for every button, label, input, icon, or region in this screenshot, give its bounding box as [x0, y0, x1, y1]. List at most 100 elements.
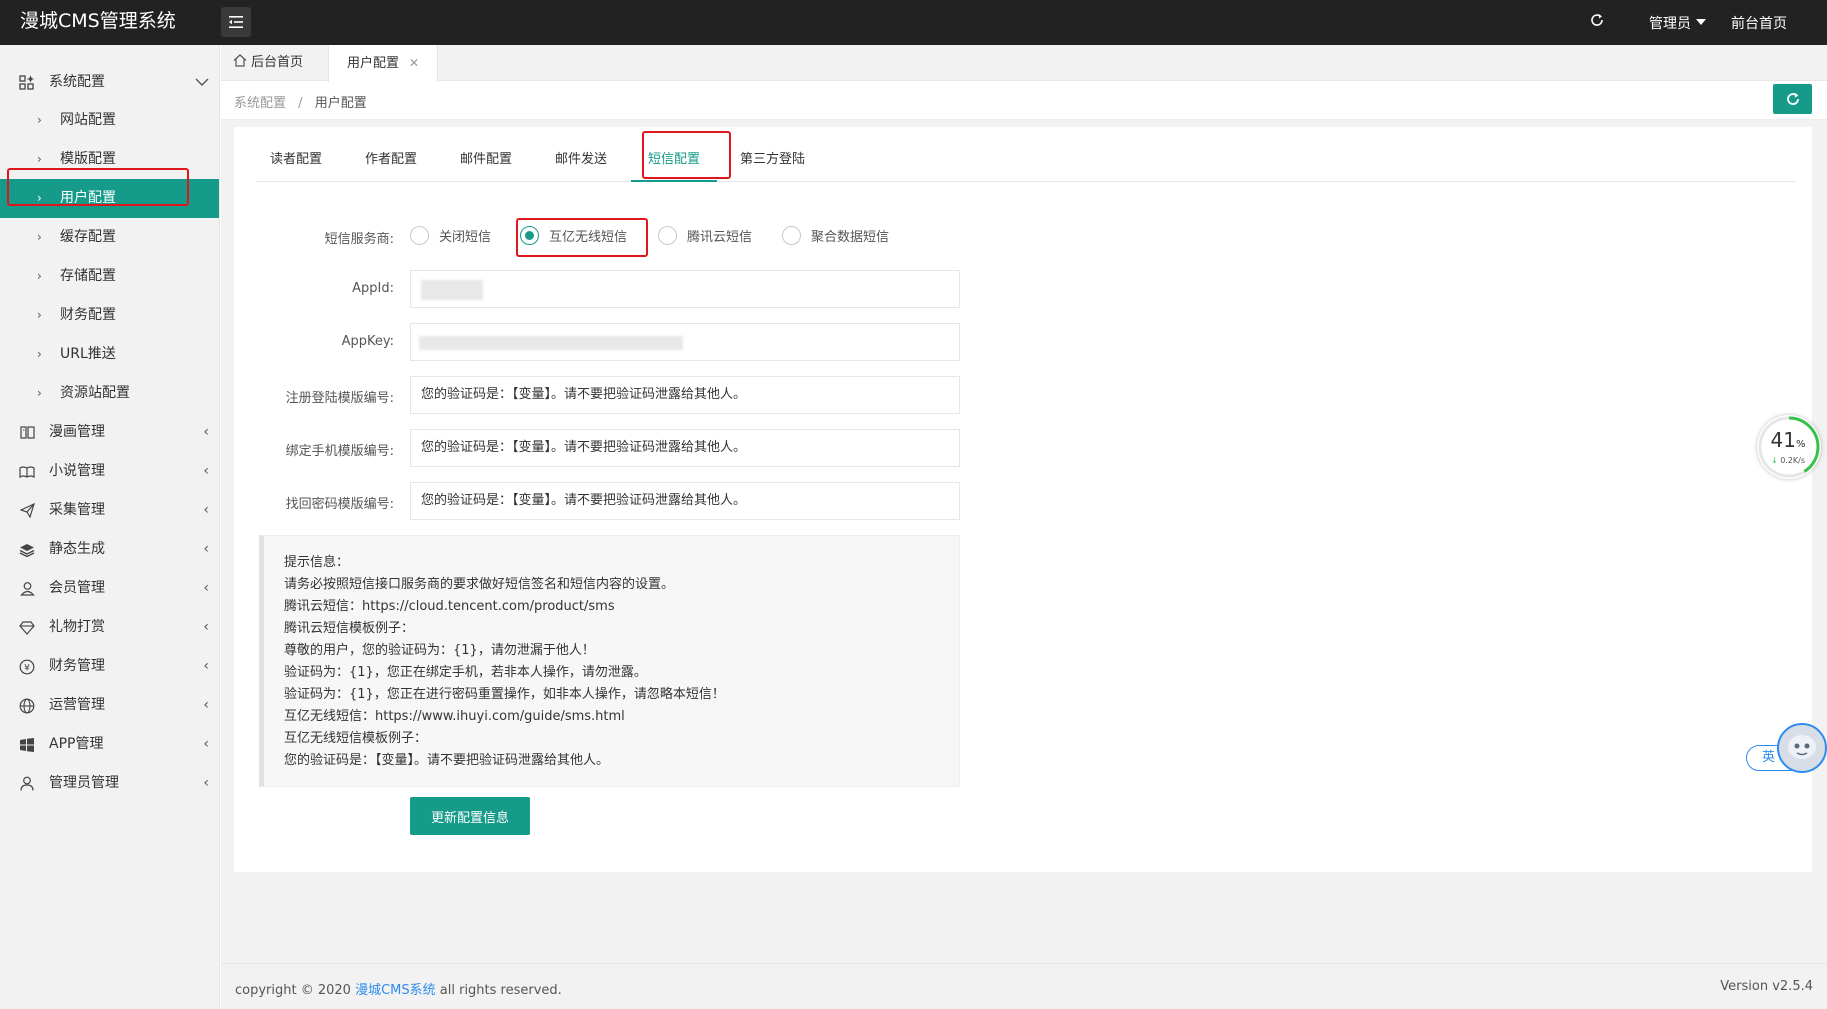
- redacted-value: [421, 280, 483, 300]
- tab-mail-config[interactable]: 邮件配置: [460, 145, 512, 182]
- sidebar: 系统配置 › 网站配置 › 模版配置 › 用户配置 › 缓存配置 › 存储配置 › 财务配置…: [0, 45, 220, 1009]
- sidebar-subitem-cache-config[interactable]: › 缓存配置: [0, 218, 219, 257]
- chevron-right-icon: ›: [37, 113, 42, 127]
- recover-template-input[interactable]: 您的验证码是：【变量】。请不要把验证码泄露给其他人。: [410, 482, 960, 520]
- sidebar-item-finance[interactable]: ¥ 财务管理 ‹: [0, 647, 219, 686]
- chevron-left-icon: ‹: [203, 502, 209, 518]
- front-home-link[interactable]: 前台首页: [1731, 13, 1787, 33]
- sidebar-item-novels[interactable]: 小说管理 ‹: [0, 452, 219, 491]
- footer-link[interactable]: 漫城CMS系统: [355, 983, 436, 998]
- radio-close-sms[interactable]: 关闭短信: [410, 226, 491, 245]
- tab-user-config[interactable]: 用户配置 ✕: [328, 45, 438, 82]
- chevron-left-icon: ‹: [203, 463, 209, 479]
- sidebar-item-admins[interactable]: 管理员管理 ‹: [0, 764, 219, 803]
- bind-phone-template-label: 绑定手机模版编号:: [285, 444, 394, 459]
- sidebar-item-members[interactable]: 会员管理 ‹: [0, 569, 219, 608]
- breadcrumb: 系统配置 / 用户配置: [234, 96, 367, 111]
- copyright: copyright © 2020 漫城CMS系统 all rights rese…: [235, 983, 562, 998]
- chevron-left-icon: ‹: [203, 580, 209, 596]
- top-header: 漫城CMS管理系统 管理员 前台首页: [0, 0, 1827, 45]
- sidebar-subitem-template-config[interactable]: › 模版配置: [0, 140, 219, 179]
- windows-icon: [18, 725, 36, 764]
- bind-phone-template-input[interactable]: 您的验证码是：【变量】。请不要把验证码泄露给其他人。: [410, 429, 960, 467]
- person-icon: [18, 764, 36, 803]
- sidebar-item-gifts[interactable]: 礼物打赏 ‹: [0, 608, 219, 647]
- assistant-avatar[interactable]: [1777, 723, 1827, 773]
- sidebar-item-label: 管理员管理: [49, 775, 119, 791]
- chevron-right-icon: ›: [37, 152, 42, 166]
- tab-reader-config[interactable]: 读者配置: [270, 145, 322, 182]
- close-icon[interactable]: ✕: [409, 56, 419, 70]
- footer: copyright © 2020 漫城CMS系统 all rights rese…: [221, 963, 1827, 1009]
- register-template-input[interactable]: 您的验证码是：【变量】。请不要把验证码泄露给其他人。: [410, 376, 960, 414]
- sidebar-item-label: 静态生成: [49, 541, 105, 557]
- appkey-input[interactable]: [410, 323, 960, 361]
- sidebar-item-crawler[interactable]: 采集管理 ‹: [0, 491, 219, 530]
- menu-toggle-button[interactable]: [221, 7, 251, 37]
- open-book-icon: [18, 452, 36, 491]
- caret-down-icon: [1696, 18, 1706, 25]
- tip-line: 您的验证码是：【变量】。请不要把验证码泄露给其他人。: [284, 753, 610, 768]
- book-icon: [18, 413, 36, 452]
- sidebar-item-static-gen[interactable]: 静态生成 ‹: [0, 530, 219, 569]
- sidebar-subitem-storage-config[interactable]: › 存储配置: [0, 257, 219, 296]
- radio-circle: [520, 226, 539, 245]
- sidebar-item-comics[interactable]: 漫画管理 ‹: [0, 413, 219, 452]
- appkey-label: AppKey:: [341, 334, 394, 349]
- tab-author-config[interactable]: 作者配置: [365, 145, 417, 182]
- chevron-right-icon: ›: [37, 386, 42, 400]
- tip-line: 请务必按照短信接口服务商的要求做好短信签名和短信内容的设置。: [284, 577, 675, 592]
- chevron-left-icon: ‹: [203, 697, 209, 713]
- recover-template-label: 找回密码模版编号:: [285, 497, 394, 512]
- refresh-icon[interactable]: [1589, 12, 1605, 33]
- sidebar-subitem-user-config[interactable]: › 用户配置: [0, 179, 219, 218]
- radio-circle: [782, 226, 801, 245]
- chevron-right-icon: ›: [37, 308, 42, 322]
- radio-ihuyi-sms[interactable]: 互亿无线短信: [520, 226, 627, 245]
- sidebar-item-app[interactable]: APP管理 ‹: [0, 725, 219, 764]
- radio-juhe-sms[interactable]: 聚合数据短信: [782, 226, 889, 245]
- sidebar-item-label: 运营管理: [49, 697, 105, 713]
- sidebar-subitem-url-push[interactable]: › URL推送: [0, 335, 219, 374]
- chevron-left-icon: ‹: [203, 658, 209, 674]
- app-title: 漫城CMS管理系统: [20, 10, 176, 32]
- radio-tencent-sms[interactable]: 腾讯云短信: [658, 226, 752, 245]
- tip-line: 腾讯云短信模板例子：: [284, 621, 415, 636]
- admin-menu[interactable]: 管理员: [1649, 13, 1706, 33]
- page-refresh-button[interactable]: [1773, 84, 1812, 114]
- chevron-left-icon: ‹: [203, 775, 209, 791]
- tab-home[interactable]: 后台首页: [233, 45, 303, 81]
- sidebar-item-label: 会员管理: [49, 580, 105, 596]
- radio-circle: [658, 226, 677, 245]
- tips-panel: 提示信息： 请务必按照短信接口服务商的要求做好短信签名和短信内容的设置。 腾讯云…: [259, 535, 960, 787]
- sidebar-item-operations[interactable]: 运营管理 ‹: [0, 686, 219, 725]
- tip-line: 验证码为：{1}，您正在进行密码重置操作，如非本人操作，请忽略本短信！: [284, 687, 725, 702]
- sidebar-item-label: 小说管理: [49, 463, 105, 479]
- sidebar-subitem-resource-site-config[interactable]: › 资源站配置: [0, 374, 219, 413]
- tab-sms-config[interactable]: 短信配置: [631, 145, 717, 182]
- update-config-button[interactable]: 更新配置信息: [410, 797, 530, 835]
- tab-mail-send[interactable]: 邮件发送: [555, 145, 607, 182]
- tip-line: 腾讯云短信：https://cloud.tencent.com/product/…: [284, 599, 615, 614]
- tip-line: 验证码为：{1}，您正在绑定手机，若非本人操作，请勿泄露。: [284, 665, 647, 680]
- provider-label: 短信服务商:: [324, 232, 394, 247]
- globe-icon: [18, 686, 36, 725]
- sidebar-item-system-config[interactable]: 系统配置: [0, 64, 219, 101]
- sidebar-subitem-finance-config[interactable]: › 财务配置: [0, 296, 219, 335]
- chevron-left-icon: ‹: [203, 541, 209, 557]
- tab-third-party-login[interactable]: 第三方登陆: [740, 145, 805, 182]
- register-template-label: 注册登陆模版编号:: [285, 391, 394, 406]
- sidebar-subitem-site-config[interactable]: › 网站配置: [0, 101, 219, 140]
- refresh-icon: [1786, 92, 1799, 105]
- sidebar-item-label: 财务管理: [49, 658, 105, 674]
- breadcrumb-parent[interactable]: 系统配置: [234, 96, 286, 111]
- network-speed-widget[interactable]: 41% ↓ 0.2K/s: [1757, 415, 1821, 479]
- tip-line: 提示信息：: [284, 555, 350, 570]
- sidebar-item-label: 系统配置: [49, 74, 105, 90]
- chevron-left-icon: ‹: [203, 424, 209, 440]
- sidebar-item-label: 礼物打赏: [49, 619, 105, 635]
- tip-line: 尊敬的用户，您的验证码为：{1}，请勿泄漏于他人！: [284, 643, 595, 658]
- sidebar-item-label: 采集管理: [49, 502, 105, 518]
- appid-input[interactable]: [410, 270, 960, 308]
- yen-icon: ¥: [18, 647, 36, 686]
